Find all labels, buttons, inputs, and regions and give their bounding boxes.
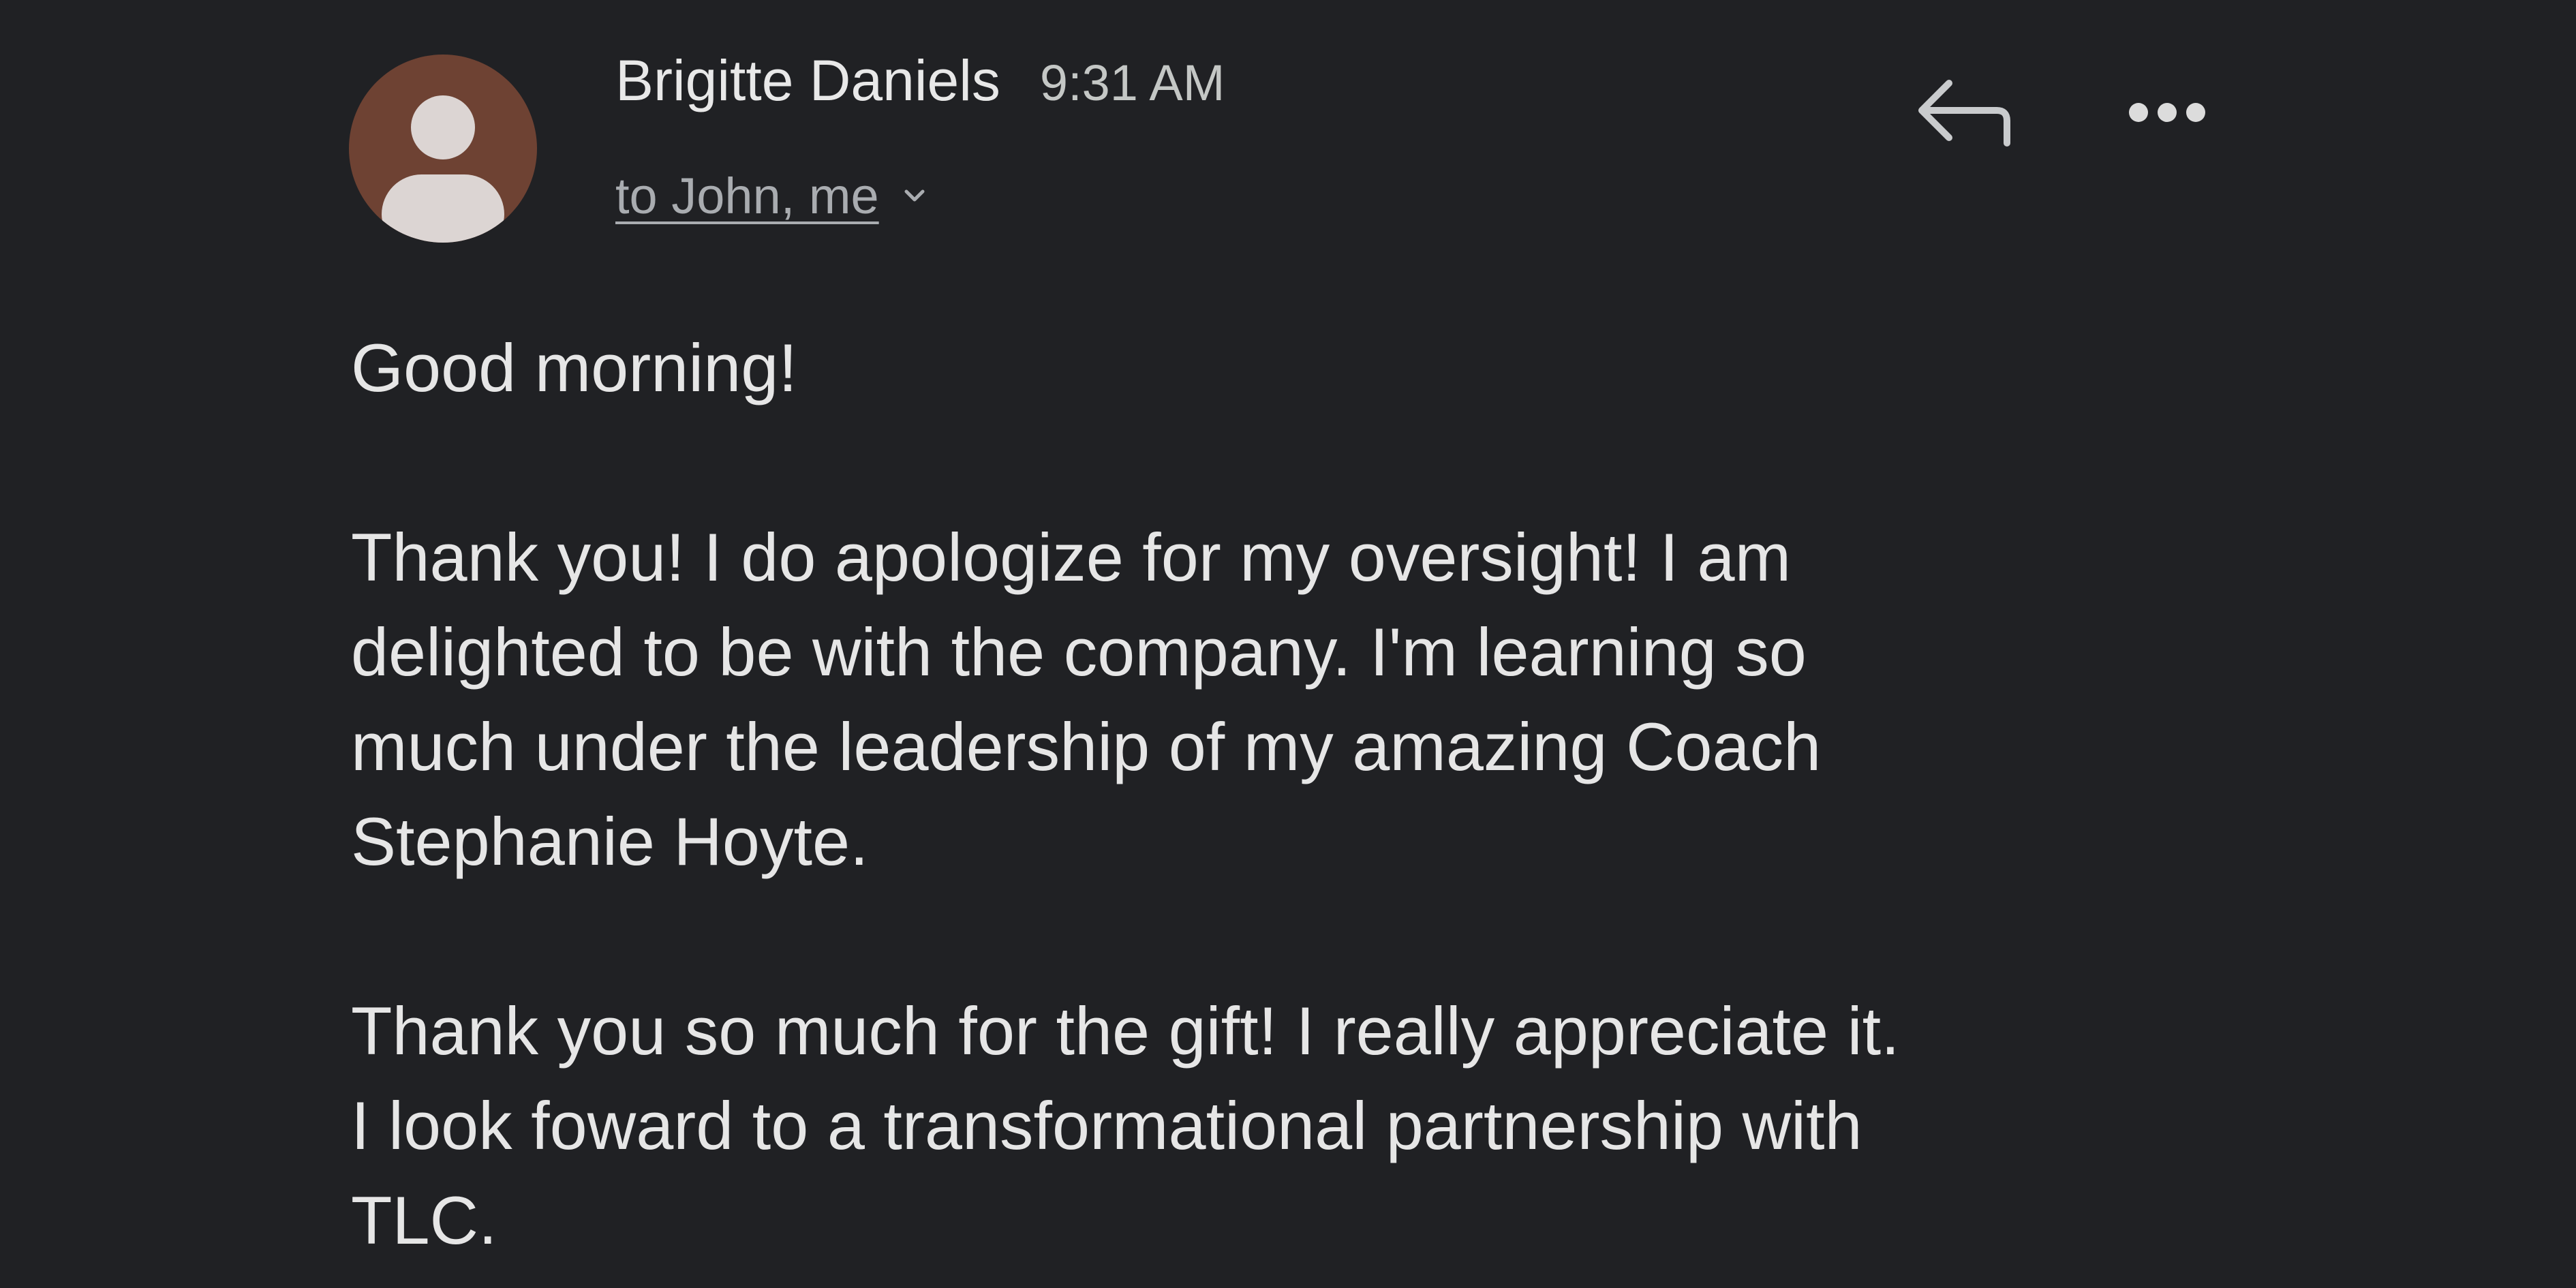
body-line: I look foward to a transformational part…	[351, 1088, 1862, 1163]
email-body: Good morning! Thank you! I do apologize …	[351, 320, 2259, 1268]
person-icon-body	[382, 174, 504, 243]
body-line: TLC.	[351, 1182, 497, 1258]
email-timestamp: 9:31 AM	[1039, 55, 1225, 111]
more-options-button[interactable]	[2119, 75, 2215, 150]
body-line: delighted to be with the company. I'm le…	[351, 614, 1807, 690]
sender-name[interactable]: Brigitte Daniels	[615, 48, 1000, 114]
recipients-label: to John, me	[615, 167, 879, 224]
greeting: Good morning!	[351, 320, 2259, 415]
person-icon-head	[411, 95, 475, 159]
body-line: Thank you! I do apologize for my oversig…	[351, 519, 1792, 595]
body-line: Stephanie Hoyte.	[351, 803, 869, 879]
reply-button[interactable]	[1908, 68, 2017, 157]
reply-icon	[1918, 80, 2010, 147]
body-paragraph-2: Thank you so much for the gift! I really…	[351, 983, 2259, 1268]
sender-header: Brigitte Daniels 9:31 AM	[615, 48, 1225, 129]
greeting-line: Good morning!	[351, 330, 797, 405]
recipients-toggle[interactable]: to John, me	[615, 158, 930, 233]
body-line: much under the leadership of my amazing …	[351, 709, 1822, 784]
chevron-down-icon	[904, 189, 925, 202]
more-horizontal-icon	[2129, 103, 2205, 122]
body-paragraph-1: Thank you! I do apologize for my oversig…	[351, 510, 2259, 889]
body-line: Thank you so much for the gift! I really…	[351, 993, 1900, 1069]
sender-avatar[interactable]	[349, 55, 537, 243]
